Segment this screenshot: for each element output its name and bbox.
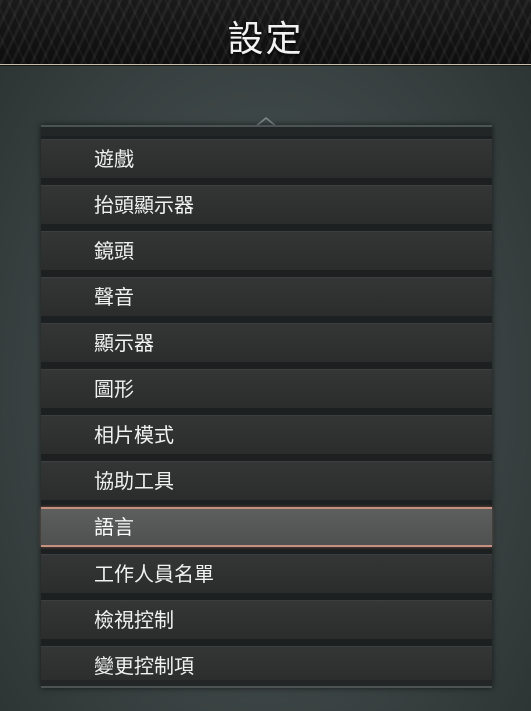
menu-item-view-controls[interactable]: 檢視控制 — [41, 600, 492, 639]
settings-menu-panel: 遊戲 抬頭顯示器 鏡頭 聲音 顯示器 圖形 相片模式 協助工具 語言 工作人員名… — [41, 125, 492, 688]
menu-item-label: 圖形 — [94, 377, 134, 401]
menu-item-audio[interactable]: 聲音 — [41, 277, 492, 316]
panel-top-strip — [41, 127, 492, 136]
menu-item-label: 鏡頭 — [94, 239, 134, 263]
menu-item-label: 檢視控制 — [94, 608, 174, 632]
menu-item-accessibility[interactable]: 協助工具 — [41, 461, 492, 500]
menu-item-label: 協助工具 — [94, 469, 174, 493]
menu-item-label: 語言 — [94, 515, 134, 539]
menu-item-display[interactable]: 顯示器 — [41, 323, 492, 362]
menu-item-credits[interactable]: 工作人員名單 — [41, 554, 492, 593]
menu-item-label: 工作人員名單 — [94, 562, 214, 586]
menu-item-game[interactable]: 遊戲 — [41, 139, 492, 178]
menu-item-label: 聲音 — [94, 285, 134, 309]
panel-bottom-strip — [41, 680, 492, 686]
menu-item-camera[interactable]: 鏡頭 — [41, 231, 492, 270]
menu-item-label: 顯示器 — [94, 331, 154, 355]
header-bar: 設定 — [0, 0, 531, 65]
menu-item-photo-mode[interactable]: 相片模式 — [41, 415, 492, 454]
menu-item-label: 遊戲 — [94, 147, 134, 171]
menu-item-label: 變更控制項 — [94, 654, 194, 678]
settings-menu: 遊戲 抬頭顯示器 鏡頭 聲音 顯示器 圖形 相片模式 協助工具 語言 工作人員名… — [41, 139, 492, 692]
menu-item-language[interactable]: 語言 — [41, 507, 492, 547]
menu-item-hud[interactable]: 抬頭顯示器 — [41, 185, 492, 224]
menu-item-label: 抬頭顯示器 — [94, 193, 194, 217]
page-title: 設定 — [227, 19, 304, 60]
menu-item-label: 相片模式 — [94, 423, 174, 447]
menu-item-graphics[interactable]: 圖形 — [41, 369, 492, 408]
